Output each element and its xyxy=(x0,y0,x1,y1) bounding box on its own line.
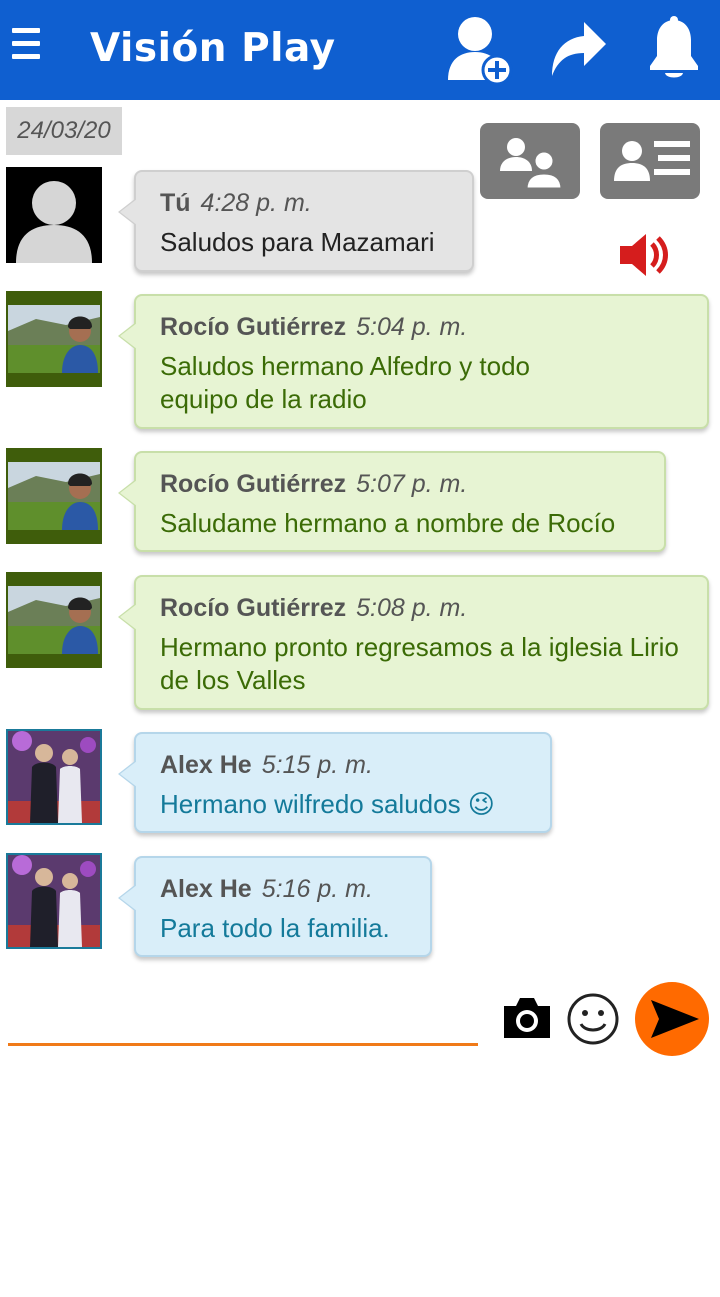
message-time: 4:28 p. m. xyxy=(200,189,312,217)
avatar-alex[interactable] xyxy=(6,853,102,949)
camera-icon[interactable] xyxy=(500,994,554,1047)
message-bubble[interactable]: Alex He 5:16 p. m. Para todo la familia. xyxy=(118,856,432,957)
message-time: 5:04 p. m. xyxy=(356,313,468,341)
contact-card-button[interactable] xyxy=(600,123,700,199)
alex-photo-icon xyxy=(8,731,100,823)
rocio-photo-icon xyxy=(6,448,102,544)
avatar-rocio[interactable] xyxy=(6,448,102,544)
rocio-photo-icon xyxy=(6,291,102,387)
date-chip: 24/03/20 xyxy=(6,107,122,155)
default-user-icon xyxy=(6,167,102,263)
message-sender: Rocío Gutiérrez xyxy=(160,313,347,341)
message-sender: Alex He xyxy=(160,875,252,903)
message-time: 5:07 p. m. xyxy=(356,470,468,498)
message-text: Hermano wilfredo saludos 😉 xyxy=(160,789,495,819)
speaker-icon[interactable] xyxy=(614,230,674,285)
message-bubble[interactable]: Tú 4:28 p. m. Saludos para Mazamari xyxy=(118,170,474,272)
send-button[interactable] xyxy=(633,980,711,1063)
alex-photo-icon xyxy=(8,855,100,947)
avatar-rocio[interactable] xyxy=(6,572,102,668)
menu-icon[interactable] xyxy=(12,28,44,68)
message-time: 5:16 p. m. xyxy=(261,875,373,903)
message-bubble[interactable]: Rocío Gutiérrez 5:04 p. m. Saludos herman… xyxy=(118,294,709,429)
add-user-icon[interactable] xyxy=(444,12,516,91)
message-bubble[interactable]: Alex He 5:15 p. m. Hermano wilfredo salud… xyxy=(118,732,552,833)
avatar-rocio[interactable] xyxy=(6,291,102,387)
message-time: 5:15 p. m. xyxy=(261,751,373,779)
message-sender: Rocío Gutiérrez xyxy=(160,594,347,622)
avatar-default[interactable] xyxy=(6,167,102,263)
message-input-underline xyxy=(8,1043,478,1046)
message-time: 5:08 p. m. xyxy=(356,594,468,622)
avatar-alex[interactable] xyxy=(6,729,102,825)
group-users-button[interactable] xyxy=(480,123,580,199)
emoji-icon[interactable] xyxy=(566,992,620,1051)
message-bubble[interactable]: Rocío Gutiérrez 5:08 p. m. Hermano pronto… xyxy=(118,575,709,710)
message-text: Saludos para Mazamari xyxy=(160,227,435,257)
rocio-photo-icon xyxy=(6,572,102,668)
message-text: Saludos hermano Alfedro y todo equipo de… xyxy=(160,351,531,414)
group-users-icon xyxy=(500,138,564,191)
bell-icon[interactable] xyxy=(646,16,702,87)
message-sender: Alex He xyxy=(160,751,252,779)
app-title: Visión Play xyxy=(90,26,336,71)
send-icon xyxy=(635,982,709,1056)
share-icon[interactable] xyxy=(548,18,608,85)
message-input[interactable] xyxy=(8,995,478,1041)
message-text: Para todo la familia. xyxy=(160,913,390,943)
message-bubble[interactable]: Rocío Gutiérrez 5:07 p. m. Saludame herma… xyxy=(118,451,666,552)
contact-card-icon xyxy=(614,141,690,181)
message-text: Hermano pronto regresamos a la iglesia L… xyxy=(160,632,679,695)
app-header: Visión Play xyxy=(0,0,720,100)
message-sender: Rocío Gutiérrez xyxy=(160,470,347,498)
message-text: Saludame hermano a nombre de Rocío xyxy=(160,508,616,538)
message-sender: Tú xyxy=(160,189,191,217)
